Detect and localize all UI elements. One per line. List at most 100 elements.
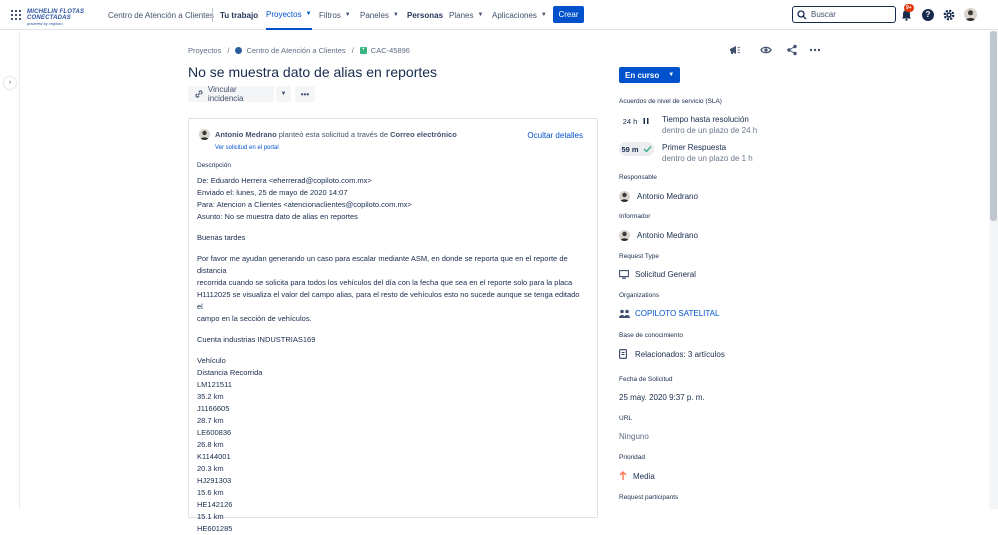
sla-chip: 59 m (619, 142, 654, 156)
field-label: Base de conocimiento (619, 332, 683, 339)
field-value[interactable]: COPILOTO SATELITAL (619, 309, 819, 318)
chevron-down-icon: ▼ (477, 12, 484, 18)
field-value[interactable]: 25 may. 2020 9:37 p. m. (619, 393, 819, 402)
nav-projects[interactable]: Proyectos ▼ (266, 0, 312, 30)
description-body[interactable]: De: Eduardo Herrera <eherrerad@copiloto.… (197, 175, 587, 535)
book-icon (619, 349, 627, 359)
sla-item[interactable]: 59 m Primer Respuesta dentro de un plazo… (619, 142, 753, 164)
reporter-avatar (199, 129, 210, 140)
more-actions-icon[interactable] (809, 44, 821, 56)
user-avatar[interactable] (964, 8, 977, 21)
description-line: Vehículo (197, 356, 226, 365)
status-button[interactable]: En curso ▼ (619, 67, 680, 83)
view-in-portal-link[interactable]: Ver solicitud en el portal (215, 145, 279, 151)
breadcrumb-projects[interactable]: Proyectos (188, 46, 221, 55)
more-button[interactable]: ••• (295, 86, 315, 102)
channel-name: Correo electrónico (390, 130, 457, 139)
nav-dashboards[interactable]: Paneles ▼ (360, 0, 399, 30)
field-request-date: Fecha de Solicitud 25 may. 2020 9:37 p. … (619, 376, 819, 402)
feedback-megaphone-icon[interactable] (729, 44, 741, 56)
field-label: Organizations (619, 292, 660, 299)
link-issue-dropdown[interactable]: ▼ (276, 86, 291, 102)
link-issue-button[interactable]: Vincular incidencia (188, 85, 274, 103)
description-line: 26.8 km (197, 440, 224, 449)
description-line: Distancia Recorrida (197, 368, 263, 377)
nav-apps[interactable]: Aplicaciones ▼ (492, 0, 547, 30)
description-line: Enviado el: lunes, 25 de mayo de 2020 14… (197, 188, 348, 197)
issue-type-icon: + (359, 47, 367, 54)
field-knowledge-base: Base de conocimiento Relacionados: 3 art… (619, 332, 819, 359)
field-organizations: Organizations COPILOTO SATELITAL (619, 292, 819, 318)
search-input[interactable]: Buscar (792, 6, 896, 23)
logo-line2: powered by copiloto (27, 21, 63, 26)
create-button[interactable]: Crear (553, 6, 584, 23)
sla-text: Tiempo hasta resolución dentro de un pla… (662, 115, 758, 135)
divider (212, 8, 213, 22)
field-assignee: Responsable Antonio Medrano (619, 174, 819, 202)
share-icon[interactable] (786, 44, 798, 56)
description-line: Por favor me ayudan generando un caso pa… (197, 254, 568, 275)
chevron-down-icon: ▼ (392, 12, 399, 18)
breadcrumb-issue-key[interactable]: CAC-45896 (371, 46, 410, 55)
avatar (619, 230, 630, 241)
page-scrollbar[interactable] (989, 31, 998, 509)
nav-people[interactable]: Personas (407, 0, 443, 30)
breadcrumb-project[interactable]: Centro de Atención a Clientes (246, 46, 345, 55)
request-details-panel: Antonio Medrano planteó esta solicitud a… (188, 118, 598, 533)
description-line: 28.7 km (197, 416, 224, 425)
field-label: Request Type (619, 253, 659, 260)
nav-your-work[interactable]: Tu trabajo (220, 0, 258, 30)
company-logo[interactable]: MICHELIN FLOTAS CONECTADAS powered by co… (27, 9, 97, 26)
link-issue-label: Vincular incidencia (207, 85, 244, 103)
description-line: 15.6 km (197, 488, 224, 497)
field-label: URL (619, 415, 633, 422)
field-value[interactable]: Ninguno (619, 432, 819, 441)
issue-title[interactable]: No se muestra dato de alias en reportes (188, 64, 437, 80)
description-line: HE142126 (197, 500, 233, 509)
description-line: Cuenta industrias INDUSTRIAS169 (197, 335, 316, 344)
avatar (619, 191, 630, 202)
field-value[interactable]: Antonio Medrano (619, 191, 819, 202)
description-line: Para: Atencion a Clientes <atencionaclie… (197, 200, 412, 209)
hide-details-link[interactable]: Ocultar detalles (527, 131, 583, 140)
scrollbar-thumb[interactable] (990, 31, 997, 221)
raised-via-text: planteó esta solicitud a través de (278, 130, 388, 139)
field-priority: Prioridad Media (619, 454, 819, 481)
arrow-up-icon (619, 471, 627, 480)
field-url: URL Ninguno (619, 415, 819, 441)
logo-line1: MICHELIN FLOTAS CONECTADAS (27, 9, 85, 21)
top-navigation-bar: MICHELIN FLOTAS CONECTADAS powered by co… (0, 0, 998, 30)
field-value[interactable]: Media (619, 471, 819, 481)
description-line: LM121511 (197, 380, 232, 389)
organization-icon (619, 309, 630, 318)
description-line: 35.2 km (197, 392, 224, 401)
description-line: K1144001 (197, 452, 231, 461)
help-icon[interactable]: ? (922, 9, 934, 21)
description-line: 15.1 km (197, 512, 224, 521)
project-avatar-icon (235, 47, 243, 54)
field-value[interactable]: Antonio Medrano (619, 230, 819, 241)
field-value[interactable]: Relacionados: 3 artículos (619, 349, 819, 359)
link-icon (195, 90, 203, 98)
watch-eye-icon[interactable] (760, 44, 772, 56)
expand-sidebar-chevron-icon[interactable]: › (4, 77, 16, 89)
chevron-down-icon: ▼ (344, 12, 351, 18)
sidebar-collapsed: › (0, 31, 20, 509)
description-line: Asunto: No se muestra dato de alias en r… (197, 212, 358, 221)
description-line: 20.3 km (197, 464, 224, 473)
sla-item[interactable]: 24 h Tiempo hasta resolución dentro de u… (619, 114, 757, 136)
app-switcher-icon[interactable] (11, 10, 21, 20)
description-line: HJ291303 (197, 476, 232, 485)
pause-icon (643, 118, 649, 124)
status-label: En curso (625, 70, 660, 80)
field-value[interactable]: Solicitud General (619, 270, 819, 279)
settings-gear-icon[interactable] (942, 8, 956, 22)
nav-filters[interactable]: Filtros ▼ (319, 0, 351, 30)
description-label: Descripción (197, 162, 231, 169)
reporter-name[interactable]: Antonio Medrano (215, 130, 277, 139)
description-line: LE600836 (197, 428, 232, 437)
sla-text: Primer Respuesta dentro de un plazo de 1… (662, 143, 753, 163)
nav-plans[interactable]: Planes ▼ (449, 0, 483, 30)
project-name-link[interactable]: Centro de Atención a Clientes (108, 0, 214, 30)
field-request-participants: Request participants (619, 494, 819, 501)
